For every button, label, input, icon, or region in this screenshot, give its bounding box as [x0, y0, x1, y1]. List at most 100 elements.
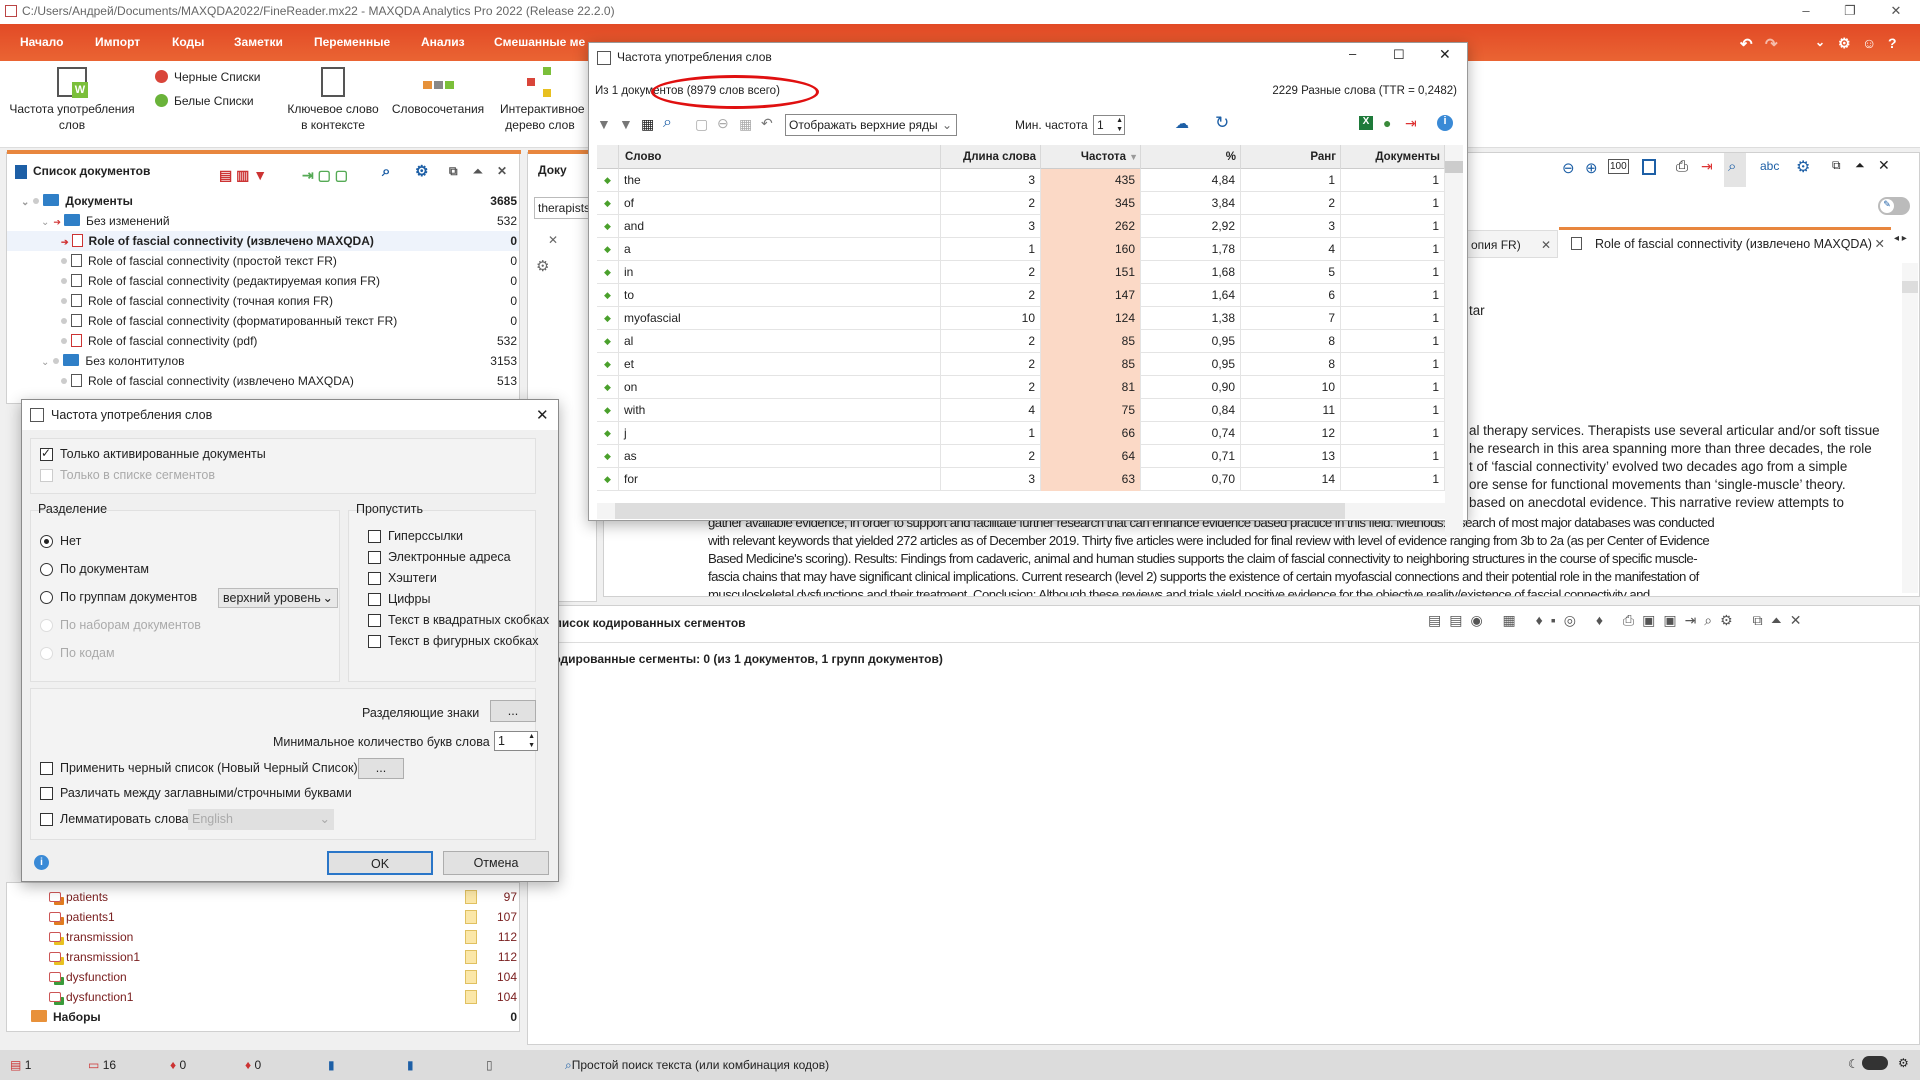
zoom-100-icon[interactable]: 100: [1608, 159, 1629, 174]
undock-icon[interactable]: ⧉: [449, 158, 458, 184]
chevron-down-icon[interactable]: ⌄: [41, 357, 49, 368]
viewer-scrollbar[interactable]: [1902, 263, 1918, 593]
table-row[interactable]: ◆ of 2 345 3,84 2 1: [597, 192, 1445, 215]
zoom-out-icon[interactable]: ⊖: [1562, 159, 1575, 177]
memo-icon[interactable]: [465, 950, 477, 964]
user-doc-icon[interactable]: ▮: [407, 1058, 414, 1072]
close-button[interactable]: ✕: [1439, 46, 1451, 63]
split-by-documents-radio[interactable]: [40, 563, 53, 576]
tree-item[interactable]: Role of fascial connectivity (редактируе…: [7, 271, 519, 291]
close-icon[interactable]: ✕: [497, 158, 507, 184]
close-icon[interactable]: ✕: [1541, 231, 1551, 259]
table-row[interactable]: ◆ a 1 160 1,78 4 1: [597, 238, 1445, 261]
only-activated-checkbox[interactable]: [40, 446, 53, 461]
row-activate-icon[interactable]: ◆: [597, 261, 619, 284]
whitelist-icon[interactable]: ▢: [695, 116, 708, 133]
segments-toolbar-icons[interactable]: ▤▤◉ ▦ ♦▪◎ ♦ ⎙▣▣⇥⌕⚙ ⧉⏶✕: [1428, 612, 1810, 629]
status-dot-icon[interactable]: [61, 278, 67, 284]
cancel-button[interactable]: Отмена: [443, 851, 549, 875]
status-dot-icon[interactable]: [61, 378, 67, 384]
status-dot-icon[interactable]: [61, 298, 67, 304]
dark-mode-toggle[interactable]: ☾: [1848, 1056, 1889, 1071]
row-activate-icon[interactable]: ◆: [597, 445, 619, 468]
user-icon[interactable]: ▮: [328, 1058, 335, 1072]
close-button[interactable]: ✕: [536, 406, 549, 424]
vertical-scrollbar[interactable]: [1445, 145, 1463, 537]
globe-icon[interactable]: ●: [1383, 115, 1391, 131]
tab-scroll-arrows[interactable]: ◂ ▸: [1894, 233, 1907, 244]
tree-item[interactable]: Role of fascial connectivity (простой те…: [7, 251, 519, 271]
col-frequency[interactable]: Частота ▼: [1041, 145, 1141, 169]
refresh-icon[interactable]: ↻: [1215, 113, 1229, 133]
group-level-select[interactable]: верхний уровень ⌄: [218, 588, 338, 608]
code-item[interactable]: dysfunction 104: [7, 967, 519, 987]
tab-import[interactable]: Импорт: [95, 35, 140, 49]
row-activate-icon[interactable]: ◆: [597, 422, 619, 445]
separators-button[interactable]: ...: [490, 700, 536, 722]
gear-icon[interactable]: ⚙: [1898, 1056, 1909, 1070]
collapse-icon[interactable]: ⏶: [1855, 158, 1865, 173]
document-tab[interactable]: опия FR) ✕: [1464, 230, 1558, 258]
memo-icon[interactable]: [465, 910, 477, 924]
columns-icon[interactable]: ▦: [641, 116, 654, 133]
redo-icon[interactable]: ↷: [1765, 35, 1778, 53]
search-icon[interactable]: ⌕: [382, 159, 390, 185]
col-length[interactable]: Длина слова: [941, 145, 1041, 169]
row-activate-icon[interactable]: ◆: [597, 399, 619, 422]
browser-search-field[interactable]: therapists: [534, 197, 594, 219]
row-activate-icon[interactable]: ◆: [597, 376, 619, 399]
chevron-down-icon[interactable]: ⌄: [1815, 35, 1825, 49]
tree-item[interactable]: ⌄ Без колонтитулов 3153: [7, 351, 519, 371]
minimize-button[interactable]: –: [1786, 0, 1826, 22]
display-select[interactable]: Отображать верхние ряды ⌄: [785, 114, 957, 136]
language-select[interactable]: English ⌄: [188, 809, 334, 830]
tree-item[interactable]: ➔ Role of fascial connectivity (извлечено…: [7, 231, 519, 251]
horizontal-scrollbar[interactable]: [597, 503, 1445, 519]
tab-home[interactable]: Начало: [20, 35, 63, 49]
col-documents[interactable]: Документы: [1341, 145, 1445, 169]
tree-item[interactable]: Role of fascial connectivity (pdf) 532: [7, 331, 519, 351]
code-item[interactable]: dysfunction1 104: [7, 987, 519, 1007]
memo-icon[interactable]: [465, 990, 477, 1004]
table-row[interactable]: ◆ to 2 147 1,64 6 1: [597, 284, 1445, 307]
help-icon[interactable]: ?: [1888, 35, 1897, 51]
skip-option-checkbox[interactable]: [368, 572, 381, 585]
code-item[interactable]: transmission1 112: [7, 947, 519, 967]
maximize-button[interactable]: ☐: [1393, 47, 1405, 63]
row-activate-icon[interactable]: ◆: [597, 468, 619, 491]
toolbar-icons[interactable]: ▤ ▥ ▼: [219, 162, 267, 188]
row-activate-icon[interactable]: ◆: [597, 330, 619, 353]
only-segments-checkbox[interactable]: [40, 469, 53, 482]
gear-icon[interactable]: ⚙: [415, 159, 428, 185]
split-none-radio[interactable]: [40, 535, 53, 548]
row-activate-icon[interactable]: ◆: [597, 192, 619, 215]
gear-icon[interactable]: ⚙: [1838, 35, 1851, 52]
table-row[interactable]: ◆ in 2 151 1,68 5 1: [597, 261, 1445, 284]
info-icon[interactable]: i: [1437, 115, 1453, 131]
export-icon[interactable]: ⇥: [1405, 115, 1417, 132]
tab-codes[interactable]: Коды: [172, 35, 204, 49]
case-sensitive-checkbox[interactable]: [40, 787, 53, 800]
undo-icon[interactable]: ↶: [1740, 35, 1753, 53]
lemmatize-checkbox[interactable]: [40, 813, 53, 826]
min-letters-stepper[interactable]: 1 ▲ ▼: [494, 731, 538, 751]
table-row[interactable]: ◆ and 3 262 2,92 3 1: [597, 215, 1445, 238]
minimize-button[interactable]: –: [1349, 46, 1356, 61]
word-tree-button[interactable]: Интерактивное дерево слов: [492, 67, 588, 133]
col-percent[interactable]: %: [1141, 145, 1241, 169]
split-by-sets-radio[interactable]: [40, 619, 53, 632]
skip-option-checkbox[interactable]: [368, 614, 381, 627]
table-row[interactable]: ◆ on 2 81 0,90 10 1: [597, 376, 1445, 399]
close-icon[interactable]: ✕: [548, 233, 558, 247]
panel-icon[interactable]: [1642, 159, 1656, 175]
print-icon[interactable]: ⎙: [1676, 158, 1688, 175]
row-activate-icon[interactable]: ◆: [597, 307, 619, 330]
undock-icon[interactable]: ⧉: [1832, 158, 1841, 173]
table-row[interactable]: ◆ myofascial 10 124 1,38 7 1: [597, 307, 1445, 330]
code-item[interactable]: transmission 112: [7, 927, 519, 947]
export-icon[interactable]: ⇥: [1701, 158, 1713, 175]
tree-item[interactable]: Role of fascial connectivity (извлечено …: [7, 371, 519, 391]
skip-option-checkbox[interactable]: [368, 635, 381, 648]
status-dot-icon[interactable]: ➔: [53, 217, 61, 227]
edit-mode-toggle[interactable]: ✎: [1878, 197, 1910, 215]
